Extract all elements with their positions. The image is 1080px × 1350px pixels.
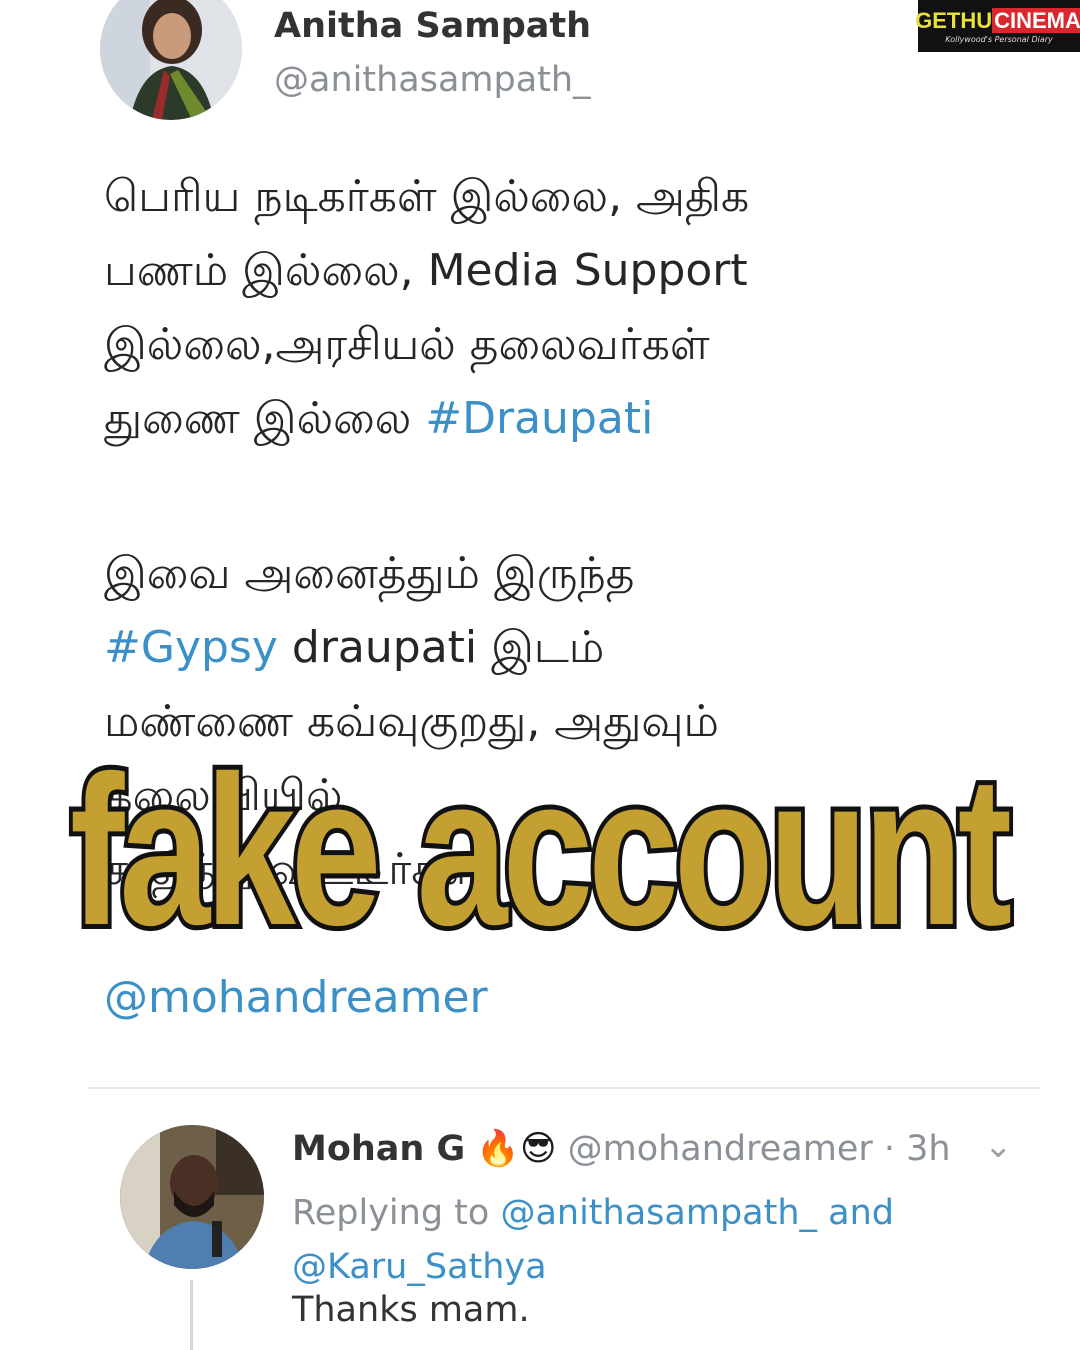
hashtag-gypsy[interactable]: #Gypsy bbox=[104, 622, 278, 673]
author-handle[interactable]: @anithasampath_ bbox=[274, 60, 591, 100]
reply-author-name[interactable]: Mohan G bbox=[292, 1129, 465, 1169]
reply-header: Mohan G 🔥😎 @mohandreamer · 3h bbox=[292, 1128, 951, 1169]
reply-avatar-photo bbox=[120, 1125, 264, 1269]
logo-tagline: Kollywood's Personal Diary bbox=[945, 35, 1053, 44]
replying-to-mention-2[interactable]: @Karu_Sathya bbox=[292, 1247, 547, 1287]
reply-body: Thanks mam. bbox=[292, 1290, 530, 1330]
author-name[interactable]: Anitha Sampath bbox=[274, 6, 591, 46]
reply-emojis: 🔥😎 bbox=[476, 1129, 557, 1169]
logo-brand: GETHUCINEMA bbox=[915, 8, 1080, 34]
tweet-line: பணம் இல்லை, Media Support bbox=[104, 245, 748, 296]
replying-to-mention-1[interactable]: @anithasampath_ and bbox=[500, 1193, 894, 1233]
reply-handle-time[interactable]: @mohandreamer · 3h bbox=[568, 1129, 951, 1169]
reply-avatar[interactable] bbox=[120, 1125, 264, 1269]
mention-mohandreamer[interactable]: @mohandreamer bbox=[104, 972, 488, 1023]
tweet-line: துணை இல்லை #Draupati bbox=[104, 393, 654, 444]
thread-line bbox=[190, 1280, 193, 1350]
tweet-paragraph-1: பெரிய நடிகர்கள் இல்லை, அதிக பணம் இல்லை, … bbox=[104, 160, 1004, 456]
hashtag-draupati[interactable]: #Draupati bbox=[425, 393, 653, 444]
fake-account-overlay: fake account bbox=[66, 727, 1016, 975]
gethucinema-logo: GETHUCINEMA Kollywood's Personal Diary bbox=[915, 0, 1080, 52]
tweet-line: இல்லை,அரசியல் தலைவர்கள் bbox=[104, 319, 710, 370]
replying-to: Replying to @anithasampath_ and @Karu_Sa… bbox=[292, 1193, 894, 1287]
avatar-photo bbox=[100, 0, 242, 120]
tweet-line: பெரிய நடிகர்கள் இல்லை, அதிக bbox=[104, 171, 750, 222]
author-avatar[interactable] bbox=[100, 0, 242, 120]
divider bbox=[88, 1087, 1040, 1089]
tweet-line: #Gypsy draupati இடம் bbox=[104, 622, 605, 673]
chevron-down-icon[interactable]: ⌄ bbox=[984, 1126, 1013, 1166]
tweet-line: இவை அனைத்தும் இருந்த bbox=[104, 548, 635, 599]
